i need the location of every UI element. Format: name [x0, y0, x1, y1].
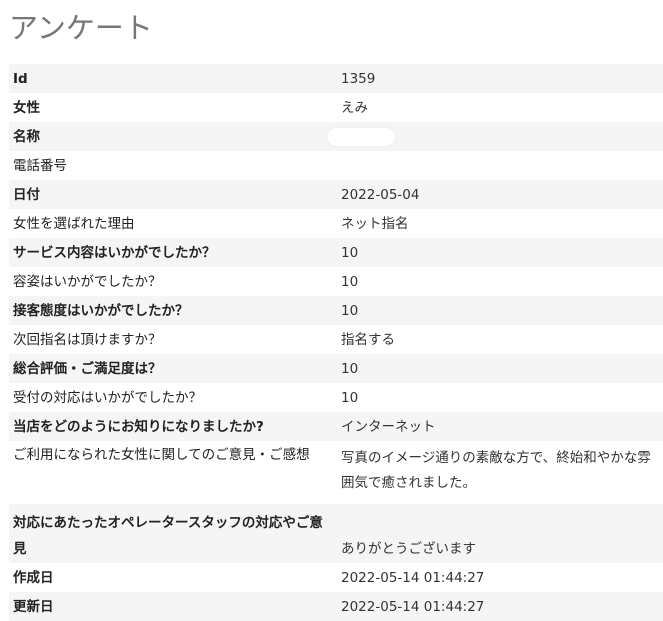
row-value: 写真のイメージ通りの素敵な方で、終始和やかな雰囲気で癒されました。 [341, 450, 651, 491]
table-row-appearance: 容姿はいかがでしたか？ 10 [9, 267, 663, 296]
row-value: 10 [341, 273, 359, 290]
row-label: 容姿はいかがでしたか？ [13, 273, 162, 290]
table-row-reason: 女性を選ばれた理由 ネット指名 [9, 209, 663, 238]
row-label: 女性 [13, 99, 40, 116]
row-label: 次回指名は頂けますか？ [13, 331, 162, 348]
row-value [327, 122, 663, 151]
row-value: 10 [341, 389, 359, 406]
row-label: 当店をどのようにお知りになりましたか? [9, 412, 341, 441]
row-value: ありがとうございます [341, 534, 663, 563]
table-row-date: 日付 2022-05-04 [9, 180, 663, 209]
table-row-phone: 電話番号 [9, 151, 663, 180]
redacted-name [327, 127, 395, 146]
row-value: えみ [341, 99, 368, 116]
row-value: ネット指名 [341, 215, 409, 232]
table-row-attitude: 接客態度はいかがでしたか？ 10 [9, 296, 663, 325]
page-title: アンケート [9, 11, 153, 45]
row-label: 接客態度はいかがでしたか？ [9, 296, 341, 325]
table-row-source: 当店をどのようにお知りになりましたか? インターネット [9, 412, 663, 441]
table-row-service: サービス内容はいかがでしたか？ 10 [9, 238, 663, 267]
row-label: 更新日 [9, 592, 341, 621]
row-label: Id [9, 64, 341, 93]
table-row-id: Id 1359 [9, 64, 663, 93]
row-label: 日付 [9, 180, 341, 209]
row-value: インターネット [341, 412, 663, 441]
table-row-feedback-woman: ご利用になられた女性に関してのご意見・ご感想 写真のイメージ通りの素敵な方で、終… [9, 441, 663, 504]
table-row-name: 名称 [9, 122, 663, 151]
row-label: 受付の対応はいかがでしたか？ [13, 389, 202, 406]
row-label: 対応にあたったオペレータースタッフの対応やご意 [9, 504, 341, 534]
table-row-reception: 受付の対応はいかがでしたか？ 10 [9, 383, 663, 412]
table-row-feedback-staff-cont: 見 ありがとうございます [9, 534, 663, 563]
row-value: 2022-05-04 [341, 180, 663, 209]
table-row-feedback-staff: 対応にあたったオペレータースタッフの対応やご意 [9, 504, 663, 534]
table-row-updated: 更新日 2022-05-14 01:44:27 [9, 592, 663, 621]
table-row-woman: 女性 えみ [9, 93, 663, 122]
row-label: 女性を選ばれた理由 [13, 215, 135, 232]
row-value: 10 [341, 238, 663, 267]
table-row-next-nomination: 次回指名は頂けますか？ 指名する [9, 325, 663, 354]
row-value-empty [341, 504, 663, 534]
table-row-created: 作成日 2022-05-14 01:44:27 [9, 563, 663, 592]
row-label: 見 [9, 534, 341, 563]
row-label: 総合評価・ご満足度は？ [9, 354, 341, 383]
survey-detail-table: Id 1359 女性 えみ 名称 電話番号 日付 2022-05-04 女性を選… [9, 64, 663, 621]
row-value: 10 [341, 296, 663, 325]
row-label: 作成日 [13, 569, 54, 586]
row-value: 2022-05-14 01:44:27 [341, 592, 663, 621]
row-value [341, 151, 663, 180]
row-label: サービス内容はいかがでしたか？ [9, 238, 341, 267]
row-value: 1359 [341, 64, 663, 93]
table-row-overall: 総合評価・ご満足度は？ 10 [9, 354, 663, 383]
row-label: 電話番号 [13, 157, 67, 174]
row-value: 2022-05-14 01:44:27 [341, 569, 485, 586]
row-label: ご利用になられた女性に関してのご意見・ご感想 [13, 447, 310, 463]
row-value: 10 [341, 354, 663, 383]
row-value: 指名する [341, 331, 395, 348]
row-label: 名称 [9, 122, 341, 151]
